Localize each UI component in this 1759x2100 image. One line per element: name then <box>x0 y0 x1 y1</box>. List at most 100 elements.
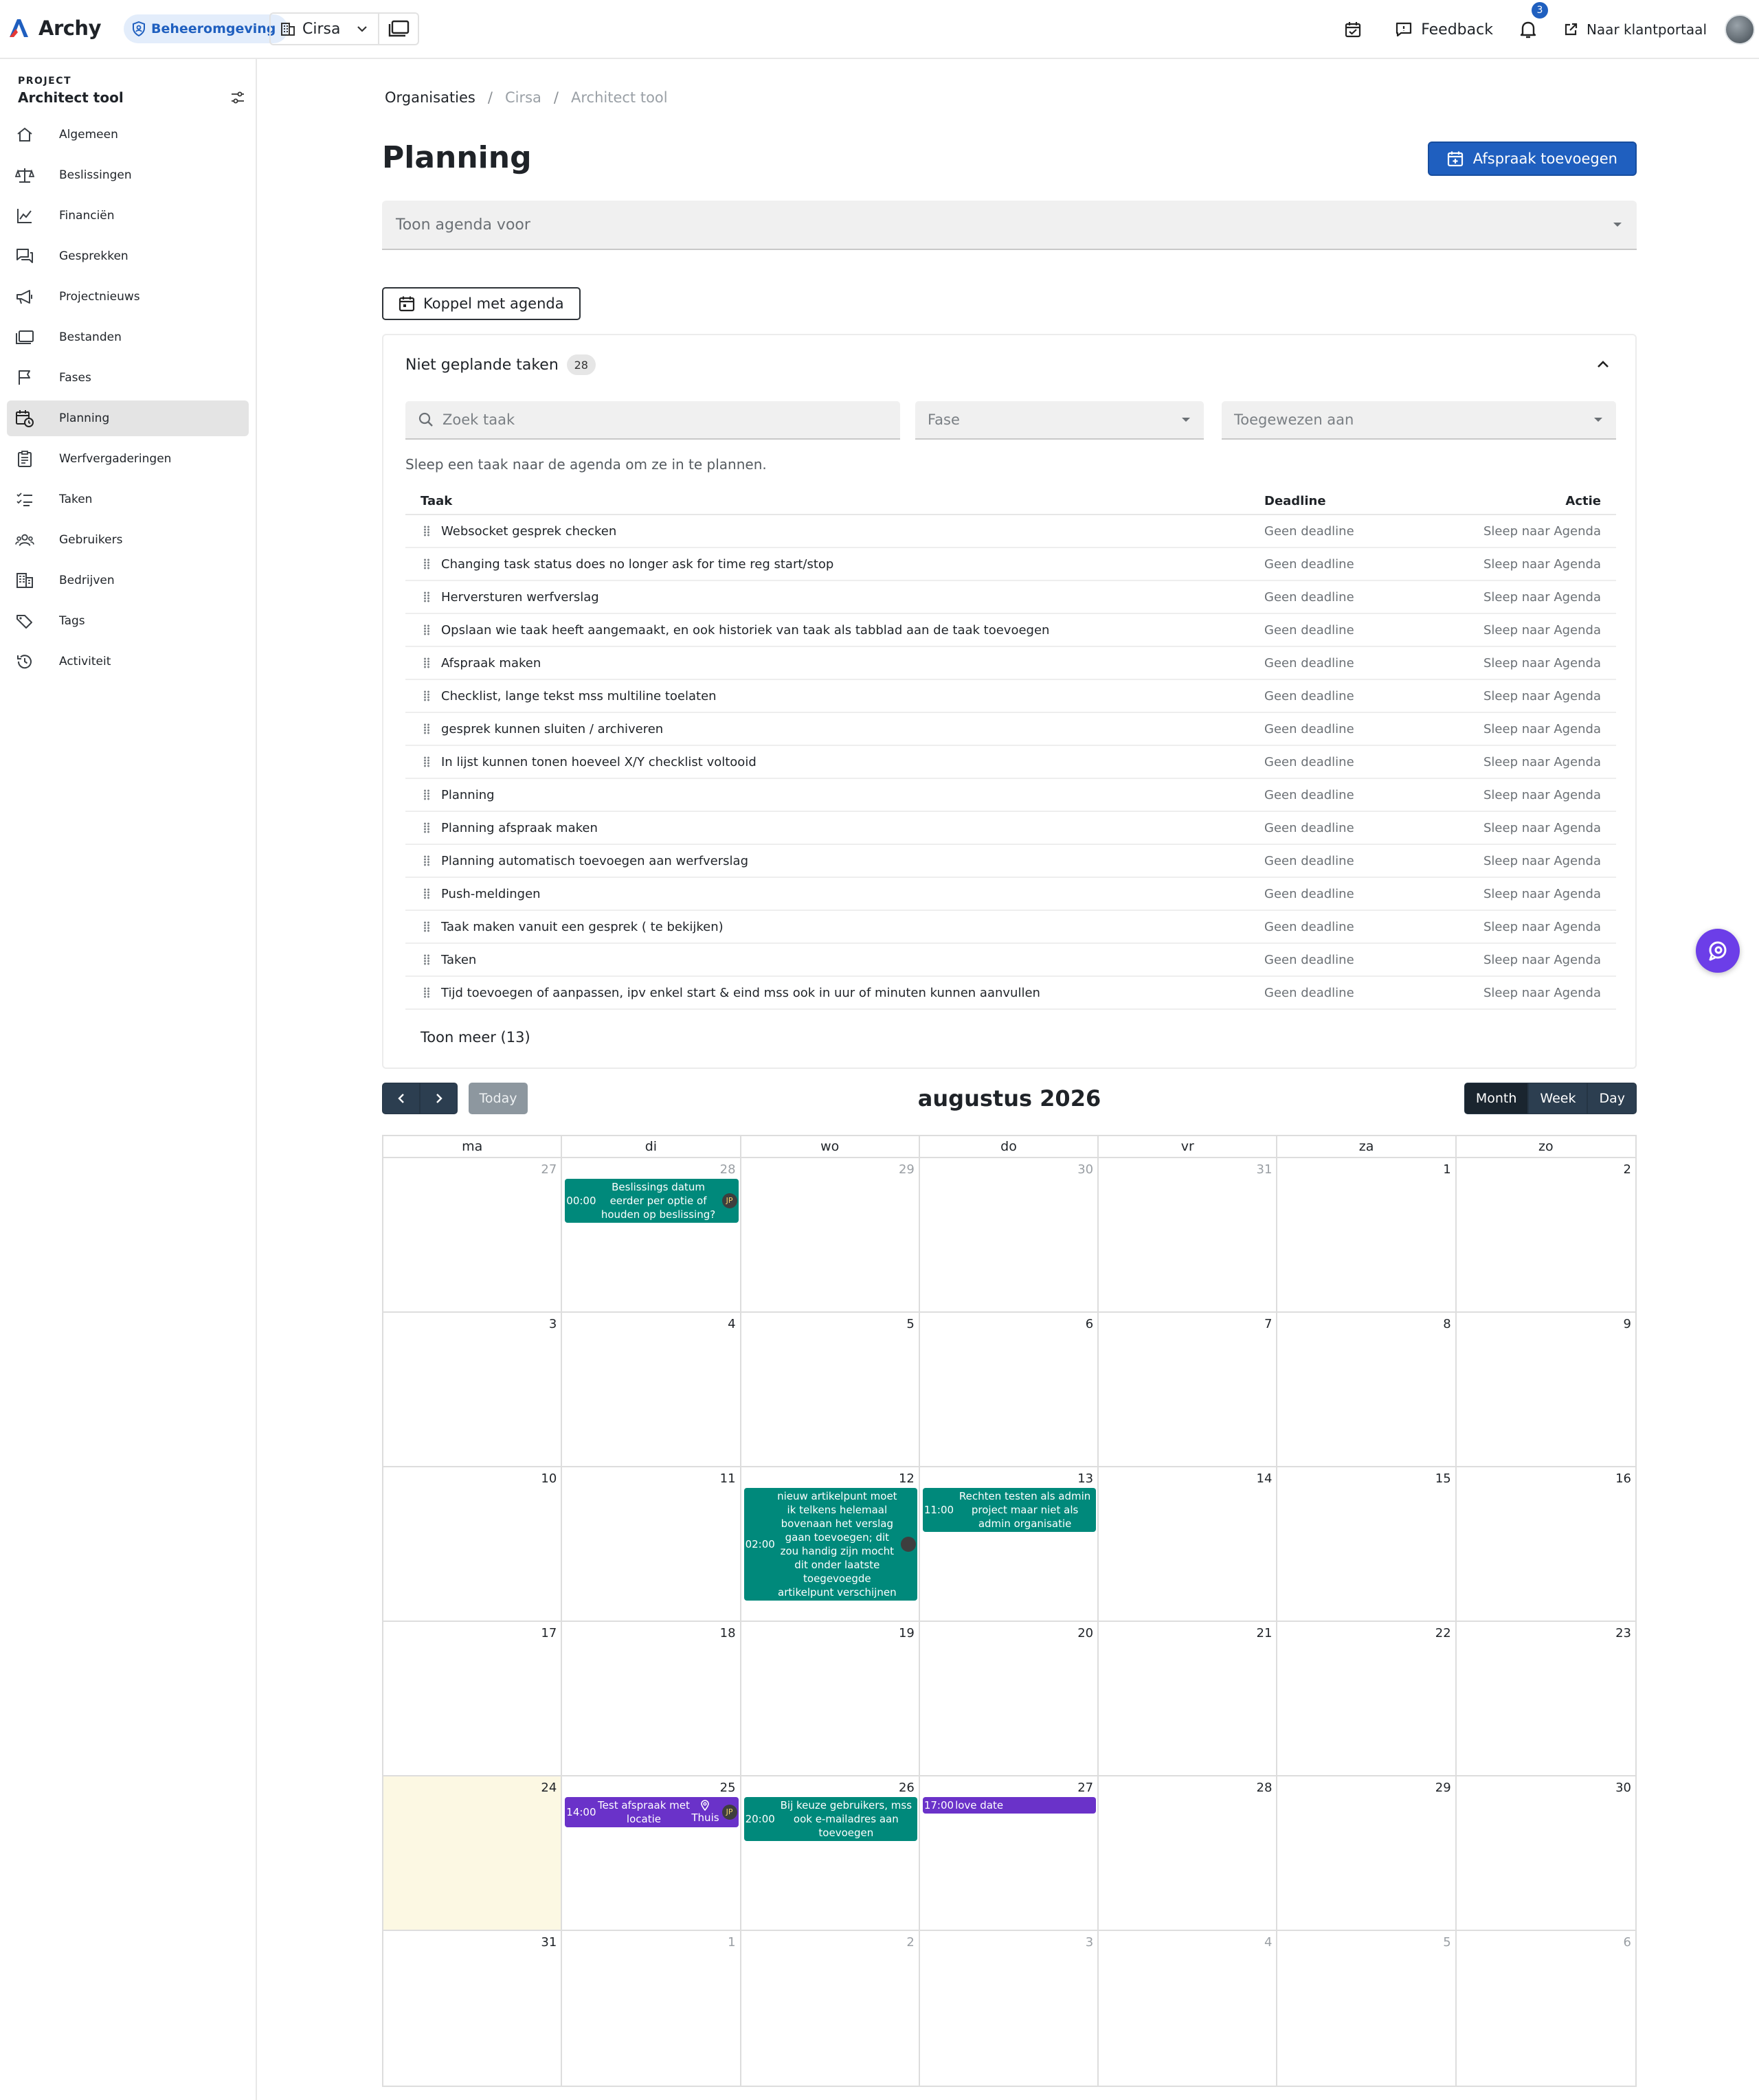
sidebar-item-werfvergaderingen[interactable]: Werfvergaderingen <box>7 441 249 477</box>
calendar-day[interactable]: 9 <box>1457 1313 1635 1466</box>
projects-button[interactable] <box>379 12 419 45</box>
table-row[interactable]: Taken Geen deadline Sleep naar Agenda <box>405 944 1616 977</box>
drag-handle-icon[interactable] <box>423 723 430 734</box>
calendar-day[interactable]: 15 <box>1277 1467 1457 1621</box>
day-number[interactable]: 30 <box>1077 1162 1093 1177</box>
table-row[interactable]: Planning automatisch toevoegen aan werfv… <box>405 845 1616 878</box>
table-row[interactable]: In lijst kunnen tonen hoeveel X/Y checkl… <box>405 746 1616 779</box>
day-number[interactable]: 4 <box>728 1317 735 1331</box>
drag-handle-icon[interactable] <box>423 822 430 833</box>
calendar-day[interactable]: 21 <box>1099 1622 1278 1775</box>
calendar-event[interactable]: 00:00 Beslissings datum eerder per optie … <box>565 1179 739 1223</box>
day-number[interactable]: 20 <box>1077 1626 1093 1640</box>
drag-handle-icon[interactable] <box>423 954 430 965</box>
calendar-day[interactable]: 27 17:00 love date <box>920 1776 1099 1930</box>
environment-badge[interactable]: Beheeromgeving <box>124 14 289 43</box>
organisation-select[interactable]: Cirsa <box>269 12 379 45</box>
calendar-day[interactable]: 17 <box>383 1622 563 1775</box>
drag-handle-icon[interactable] <box>423 855 430 866</box>
link-agenda-button[interactable]: Koppel met agenda <box>382 287 581 320</box>
drag-handle-icon[interactable] <box>423 657 430 668</box>
calendar-day[interactable]: 12 02:00 nieuw artikelpunt moet ik telkens… <box>741 1467 920 1621</box>
sidebar-item-tags[interactable]: Tags <box>7 603 249 639</box>
calendar-day[interactable]: 27 <box>383 1158 563 1311</box>
calendar-day[interactable]: 2 <box>1457 1158 1635 1311</box>
table-row[interactable]: Checklist, lange tekst mss multiline toe… <box>405 680 1616 713</box>
day-number[interactable]: 6 <box>1624 1935 1631 1950</box>
calendar-day[interactable]: 29 <box>741 1158 920 1311</box>
calendar-day[interactable]: 25 14:00 Test afspraak met locatie Thuis JP <box>562 1776 741 1930</box>
day-number[interactable]: 31 <box>1257 1162 1273 1177</box>
agenda-for-select[interactable]: Toon agenda voor <box>382 201 1637 250</box>
calendar-day[interactable]: 30 <box>920 1158 1099 1311</box>
day-number[interactable]: 14 <box>1257 1471 1273 1486</box>
drag-handle-icon[interactable] <box>423 558 430 569</box>
sidebar-item-planning[interactable]: Planning <box>7 400 249 436</box>
calendar-event[interactable]: 11:00 Rechten testen als admin project ma… <box>922 1488 1097 1532</box>
day-number[interactable]: 15 <box>1435 1471 1451 1486</box>
day-number[interactable]: 27 <box>1077 1781 1093 1795</box>
drag-handle-icon[interactable] <box>423 987 430 998</box>
day-number[interactable]: 11 <box>720 1471 736 1486</box>
calendar-day[interactable]: 18 <box>562 1622 741 1775</box>
calendar-day[interactable]: 23 <box>1457 1622 1635 1775</box>
sidebar-item-activiteit[interactable]: Activiteit <box>7 644 249 679</box>
day-number[interactable]: 28 <box>1257 1781 1273 1795</box>
day-number[interactable]: 10 <box>541 1471 557 1486</box>
sidebar-item-financien[interactable]: Financiën <box>7 198 249 234</box>
calendar-day[interactable]: 16 <box>1457 1467 1635 1621</box>
day-number[interactable]: 18 <box>720 1626 736 1640</box>
sidebar-item-taken[interactable]: Taken <box>7 482 249 517</box>
sidebar-item-beslissingen[interactable]: Beslissingen <box>7 157 249 193</box>
calendar-day[interactable]: 2 <box>741 1931 920 2086</box>
sidebar-item-projectnieuws[interactable]: Projectnieuws <box>7 279 249 315</box>
day-number[interactable]: 5 <box>1443 1935 1450 1950</box>
breadcrumb-cirsa[interactable]: Cirsa <box>505 89 541 106</box>
today-button[interactable]: Today <box>469 1083 528 1114</box>
day-number[interactable]: 3 <box>1086 1935 1093 1950</box>
drag-handle-icon[interactable] <box>423 789 430 800</box>
calendar-day[interactable]: 3 <box>920 1931 1099 2086</box>
show-more-link[interactable]: Toon meer (13) <box>421 1029 530 1046</box>
user-avatar[interactable] <box>1725 14 1755 45</box>
calendar-day[interactable]: 28 <box>1099 1776 1278 1930</box>
sidebar-item-fases[interactable]: Fases <box>7 360 249 396</box>
view-week-button[interactable]: Week <box>1528 1083 1588 1114</box>
sidebar-item-algemeen[interactable]: Algemeen <box>7 117 249 153</box>
table-row[interactable]: Planning afspraak maken Geen deadline Slee… <box>405 812 1616 845</box>
table-row[interactable]: Afspraak maken Geen deadline Sleep naar Ag… <box>405 647 1616 680</box>
day-number[interactable]: 2 <box>906 1935 914 1950</box>
calendar-day[interactable]: 22 <box>1277 1622 1457 1775</box>
drag-handle-icon[interactable] <box>423 526 430 537</box>
sidebar-item-bedrijven[interactable]: Bedrijven <box>7 563 249 598</box>
view-month-button[interactable]: Month <box>1464 1083 1529 1114</box>
table-row[interactable]: Websocket gesprek checken Geen deadline Sl… <box>405 515 1616 548</box>
collapse-panel-button[interactable] <box>1595 359 1611 372</box>
table-row[interactable]: Planning Geen deadline Sleep naar Agenda <box>405 779 1616 812</box>
table-row[interactable]: Push-meldingen Geen deadline Sleep naar Ag… <box>405 878 1616 911</box>
feedback-button[interactable]: Feedback <box>1395 21 1493 38</box>
day-number[interactable]: 21 <box>1257 1626 1273 1640</box>
view-day-button[interactable]: Day <box>1587 1083 1637 1114</box>
prev-month-button[interactable] <box>382 1083 420 1114</box>
table-row[interactable]: Herversturen werfverslag Geen deadline Sle… <box>405 581 1616 614</box>
day-number[interactable]: 4 <box>1264 1935 1272 1950</box>
calendar-day[interactable]: 20 <box>920 1622 1099 1775</box>
calendar-event[interactable]: 17:00 love date <box>922 1797 1097 1814</box>
calendar-day[interactable]: 30 <box>1457 1776 1635 1930</box>
table-row[interactable]: Tijd toevoegen of aanpassen, ipv enkel s… <box>405 977 1616 1010</box>
table-row[interactable]: Taak maken vanuit een gesprek ( te bekij… <box>405 911 1616 944</box>
logo[interactable]: Archy <box>7 16 102 40</box>
day-number[interactable]: 2 <box>1624 1162 1631 1177</box>
calendar-day[interactable]: 28 00:00 Beslissings datum eerder per opti… <box>562 1158 741 1311</box>
calendar-day[interactable]: 4 <box>1099 1931 1278 2086</box>
task-search-input[interactable]: Zoek taak <box>405 401 900 440</box>
day-number[interactable]: 31 <box>541 1935 557 1950</box>
day-number[interactable]: 28 <box>720 1162 736 1177</box>
drag-handle-icon[interactable] <box>423 921 430 932</box>
drag-handle-icon[interactable] <box>423 591 430 602</box>
phase-select[interactable]: Fase <box>915 401 1204 440</box>
day-number[interactable]: 29 <box>899 1162 915 1177</box>
calendar-event[interactable]: 20:00 Bij keuze gebruikers, mss ook e-mai… <box>743 1797 917 1841</box>
calendar-day[interactable]: 13 11:00 Rechten testen als admin project … <box>920 1467 1099 1621</box>
